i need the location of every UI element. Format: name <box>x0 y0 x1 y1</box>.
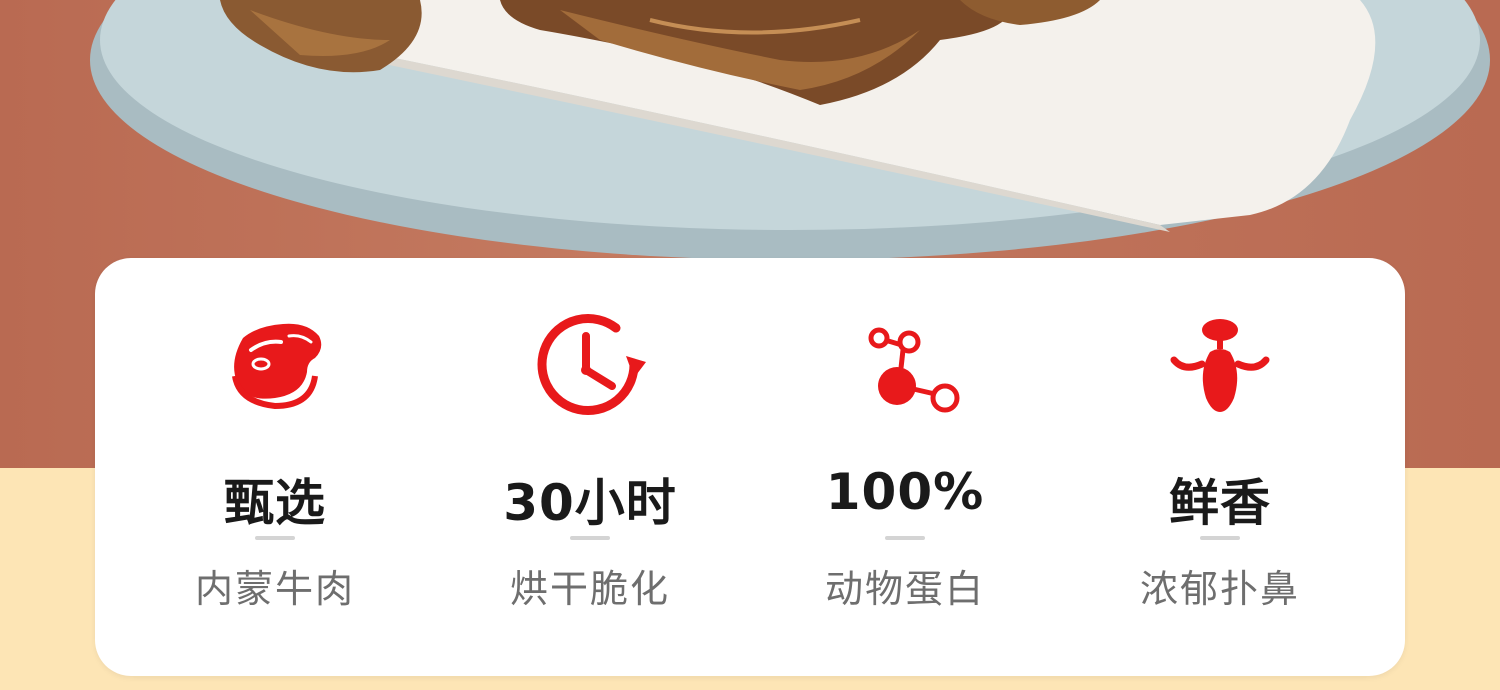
feature-title: 30小时 <box>503 474 677 532</box>
molecule-icon <box>845 306 965 426</box>
feature-100-percent: 100% 动物蛋白 <box>755 258 1055 676</box>
divider-dash <box>1200 536 1240 540</box>
feature-title: 100% <box>825 463 985 521</box>
feature-fresh-aroma: 鲜香 浓郁扑鼻 <box>1070 258 1370 676</box>
divider-dash <box>885 536 925 540</box>
feature-30-hours: 30小时 烘干脆化 <box>440 258 740 676</box>
feature-title: 甄选 <box>224 474 326 532</box>
beef-steak-icon <box>215 306 335 426</box>
product-photo <box>0 0 1500 300</box>
feature-subtitle: 内蒙牛肉 <box>194 567 355 611</box>
divider-dash <box>570 536 610 540</box>
feature-subtitle: 烘干脆化 <box>509 567 670 611</box>
feature-card: 甄选 内蒙牛肉 30小时 烘干脆化 100% 动物蛋白 鲜香 浓郁扑鼻 <box>95 258 1405 676</box>
feature-subtitle: 动物蛋白 <box>824 567 985 611</box>
feature-subtitle: 浓郁扑鼻 <box>1139 567 1300 611</box>
divider-dash <box>255 536 295 540</box>
clock-rotate-icon <box>530 306 650 426</box>
feature-title: 鲜香 <box>1169 474 1271 532</box>
nose-aroma-icon <box>1160 306 1280 426</box>
feature-selected-beef: 甄选 内蒙牛肉 <box>125 258 425 676</box>
